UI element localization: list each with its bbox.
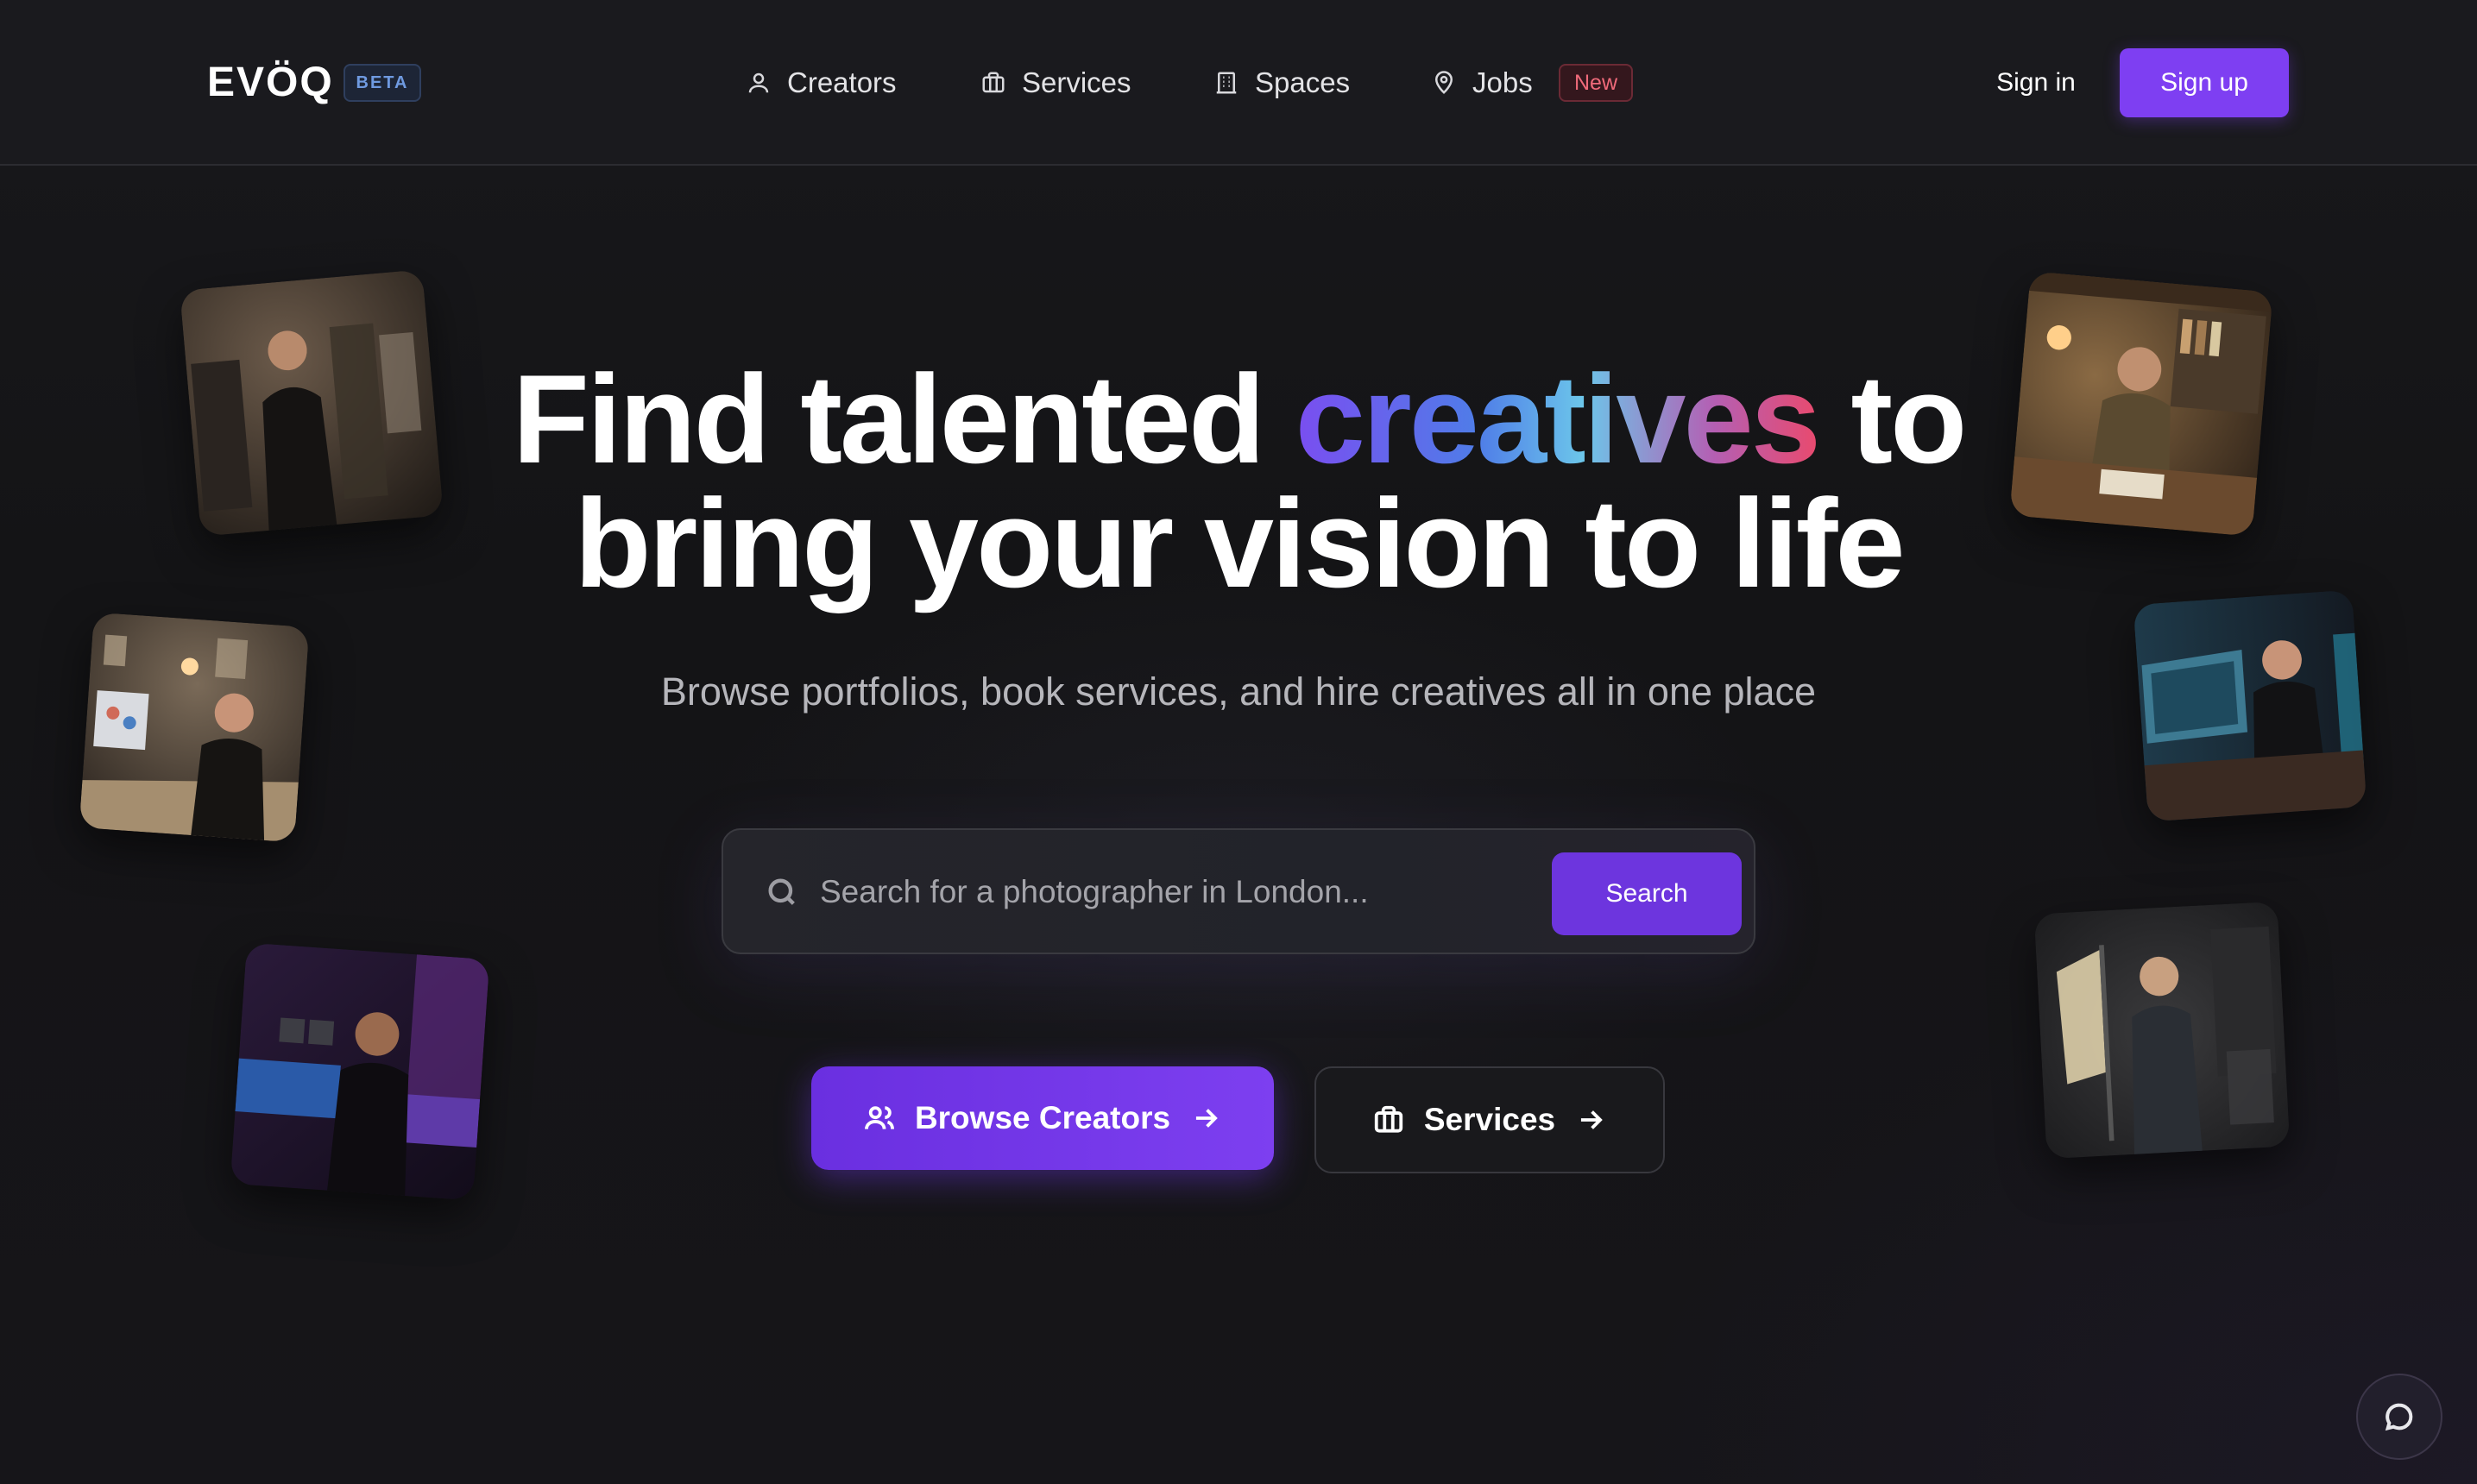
nav-item-label: Spaces — [1255, 66, 1351, 98]
music-producer-photo — [230, 942, 490, 1201]
nav-item-label: Creators — [787, 66, 897, 98]
users-icon — [864, 1106, 894, 1129]
browse-creators-button[interactable]: Browse Creators — [811, 1066, 1274, 1170]
search-icon — [765, 875, 799, 909]
services-button[interactable]: Services — [1314, 1066, 1665, 1173]
hero-title: Find talented creatives to bring your vi… — [289, 356, 2188, 607]
briefcase-icon — [1374, 1105, 1403, 1133]
user-icon — [748, 72, 769, 93]
nav-item-creators[interactable]: Creators — [746, 55, 897, 110]
services-label: Services — [1423, 1102, 1556, 1137]
chat-button[interactable] — [2356, 1374, 2442, 1460]
nav-item-label: Services — [1022, 66, 1131, 98]
briefcase-icon — [982, 72, 1005, 93]
arrow-right-icon — [1581, 1110, 1603, 1129]
sign-in-button[interactable]: Sign in — [1971, 57, 2101, 109]
sign-up-button[interactable]: Sign up — [2120, 48, 2289, 117]
hero-subtitle: Browse portfolios, book services, and hi… — [660, 670, 1817, 714]
arrow-right-icon — [1195, 1109, 1218, 1128]
hero-title-highlight: creatives — [1295, 349, 1821, 489]
beta-badge: BETA — [344, 64, 421, 102]
nav-item-services[interactable]: Services — [980, 55, 1131, 110]
search-bar: Search — [722, 828, 1755, 954]
search-input[interactable] — [820, 865, 1528, 920]
search-button[interactable]: Search — [1552, 852, 1742, 935]
building-icon — [1216, 72, 1237, 94]
browse-creators-label: Browse Creators — [914, 1100, 1171, 1135]
hero-title-line2: bring your vision to life — [574, 473, 1905, 613]
new-badge: New — [1559, 64, 1633, 102]
map-pin-icon — [1434, 71, 1453, 94]
nav-item-spaces[interactable]: Spaces — [1213, 55, 1350, 110]
top-navbar: EVÖQ BETA Creators Services Spaces Jobs … — [0, 0, 2477, 166]
hero-title-post: to — [1818, 349, 1967, 489]
graphic-designer-photo — [79, 612, 310, 843]
logo[interactable]: EVÖQ — [207, 57, 334, 109]
hero-title-pre: Find talented — [512, 349, 1295, 489]
nav-item-label: Jobs — [1472, 66, 1533, 98]
photographer-photo — [2033, 901, 2291, 1160]
nav-item-jobs[interactable]: Jobs — [1431, 55, 1533, 110]
chat-bubble-icon — [2385, 1403, 2413, 1431]
